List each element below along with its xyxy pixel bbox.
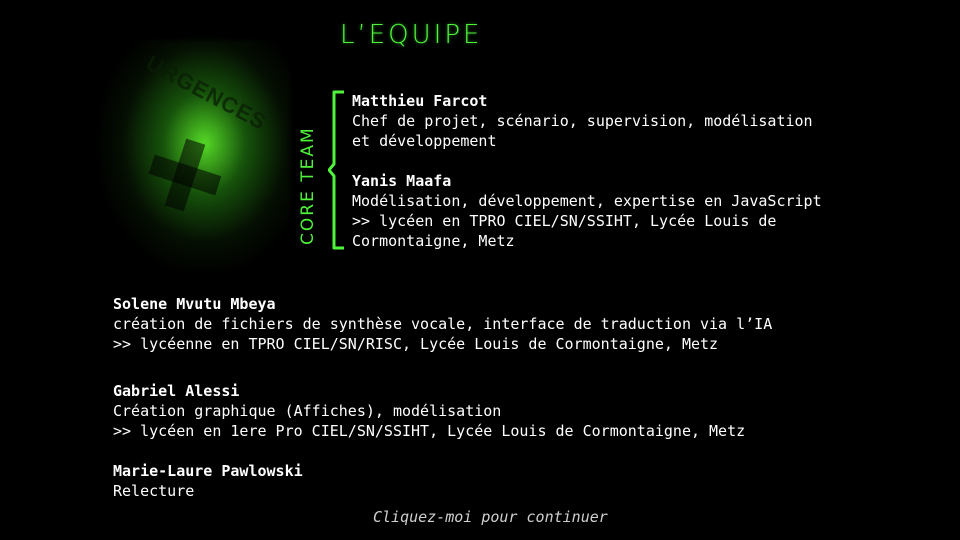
member-name: Marie-Laure Pawlowski bbox=[113, 462, 303, 480]
member-role: Modélisation, développement, expertise e… bbox=[352, 192, 822, 210]
member-alessi: Gabriel Alessi Création graphique (Affic… bbox=[113, 381, 745, 441]
member-name: Solene Mvutu Mbeya bbox=[113, 295, 276, 313]
core-team-bracket bbox=[328, 90, 344, 250]
member-mvutu-mbeya: Solene Mvutu Mbeya création de fichiers … bbox=[113, 294, 772, 354]
member-name: Yanis Maafa bbox=[352, 172, 452, 190]
member-name: Gabriel Alessi bbox=[113, 382, 240, 400]
member-role: Création graphique (Affiches), modélisat… bbox=[113, 402, 502, 420]
member-role: Chef de projet, scénario, supervision, m… bbox=[352, 112, 813, 130]
member-school: >> lycéen en 1ere Pro CIEL/SN/SSIHT, Lyc… bbox=[113, 422, 746, 440]
page-title: L’EQUIPE bbox=[340, 20, 483, 50]
member-school: >> lycéenne en TPRO CIEL/SN/RISC, Lycée … bbox=[113, 335, 719, 353]
member-name: Matthieu Farcot bbox=[352, 92, 488, 110]
member-role: Relecture bbox=[113, 482, 195, 500]
member-school: >> lycéen en TPRO CIEL/SN/SSIHT, Lycée L… bbox=[352, 212, 777, 230]
core-team-label: CORE TEAM bbox=[298, 126, 318, 245]
member-school: Cormontaigne, Metz bbox=[352, 232, 515, 250]
member-role: création de fichiers de synthèse vocale,… bbox=[113, 315, 773, 333]
member-role: et développement bbox=[352, 132, 497, 150]
core-member-maafa: Yanis Maafa Modélisation, développement,… bbox=[352, 171, 822, 251]
continue-button[interactable]: Cliquez-moi pour continuer bbox=[373, 508, 608, 526]
core-member-farcot: Matthieu Farcot Chef de projet, scénario… bbox=[352, 91, 813, 151]
member-pawlowski: Marie-Laure Pawlowski Relecture bbox=[113, 461, 303, 501]
